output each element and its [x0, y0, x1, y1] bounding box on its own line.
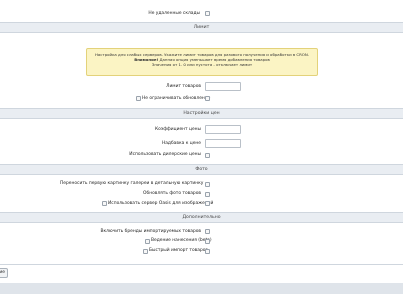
limit-notice-line3: Значения от 1. 0 или пустота - отключает… [151, 62, 253, 67]
oasis-server-checkbox-left[interactable] [102, 201, 107, 206]
form-footer [0, 264, 403, 283]
price-coef-input[interactable] [205, 125, 241, 134]
fast-import-label: Быстрый импорт товаров [149, 248, 208, 253]
logging-beta-checkbox-left[interactable] [145, 238, 150, 244]
limit-notice: Настройка для слабых серверов. Укажите л… [86, 48, 318, 76]
save-button[interactable]: ние [0, 268, 8, 278]
limit-products-input[interactable] [205, 82, 241, 91]
move-first-image-checkbox[interactable] [205, 181, 210, 187]
import-brands-checkbox[interactable] [205, 229, 210, 234]
section-limit-header: Лимит [0, 22, 403, 33]
refresh-photos-checkbox[interactable] [205, 191, 210, 197]
price-markup-label: Надбавка к цене [161, 141, 201, 146]
price-markup-input[interactable] [205, 139, 241, 148]
limit-products-label: Лимит товаров [166, 84, 201, 89]
no-limit-updates-label: Не ограничивать обновление [142, 95, 211, 101]
dealer-prices-label: Использовать дилерские цены [129, 152, 201, 157]
no-limit-updates-checkbox-right[interactable] [205, 96, 210, 101]
logging-beta-label: Ведение нанесения (beta) [151, 238, 212, 243]
fast-import-checkbox-left[interactable] [143, 248, 148, 254]
not-deleted-warehouses-label: Не удаленные склады [148, 11, 200, 16]
dealer-prices-checkbox[interactable] [205, 152, 210, 158]
section-photo-header: Фото [0, 164, 403, 175]
settings-panel: Не удаленные склады Лимит Настройка для … [0, 0, 403, 294]
move-first-image-label: Переносить первую картинку галереи в дет… [60, 181, 204, 186]
not-deleted-warehouses-checkbox[interactable] [205, 11, 210, 16]
fast-import-checkbox[interactable] [205, 248, 210, 254]
page-background-bottom [0, 283, 403, 294]
refresh-photos-label: Обновлять фото товаров [143, 191, 201, 196]
oasis-server-checkbox[interactable] [205, 201, 210, 206]
logging-beta-checkbox[interactable] [205, 238, 210, 244]
no-limit-updates-checkbox[interactable] [136, 96, 141, 101]
price-coef-label: Коэффициент цены [155, 127, 201, 132]
section-prices-header: Настройки цен [0, 108, 403, 119]
import-brands-label: Включить бренды импортируемых товаров [100, 228, 201, 234]
oasis-server-label: Использовать сервер Oasis для изображени… [108, 200, 214, 206]
section-extra-header: Дополнительно [0, 212, 403, 223]
